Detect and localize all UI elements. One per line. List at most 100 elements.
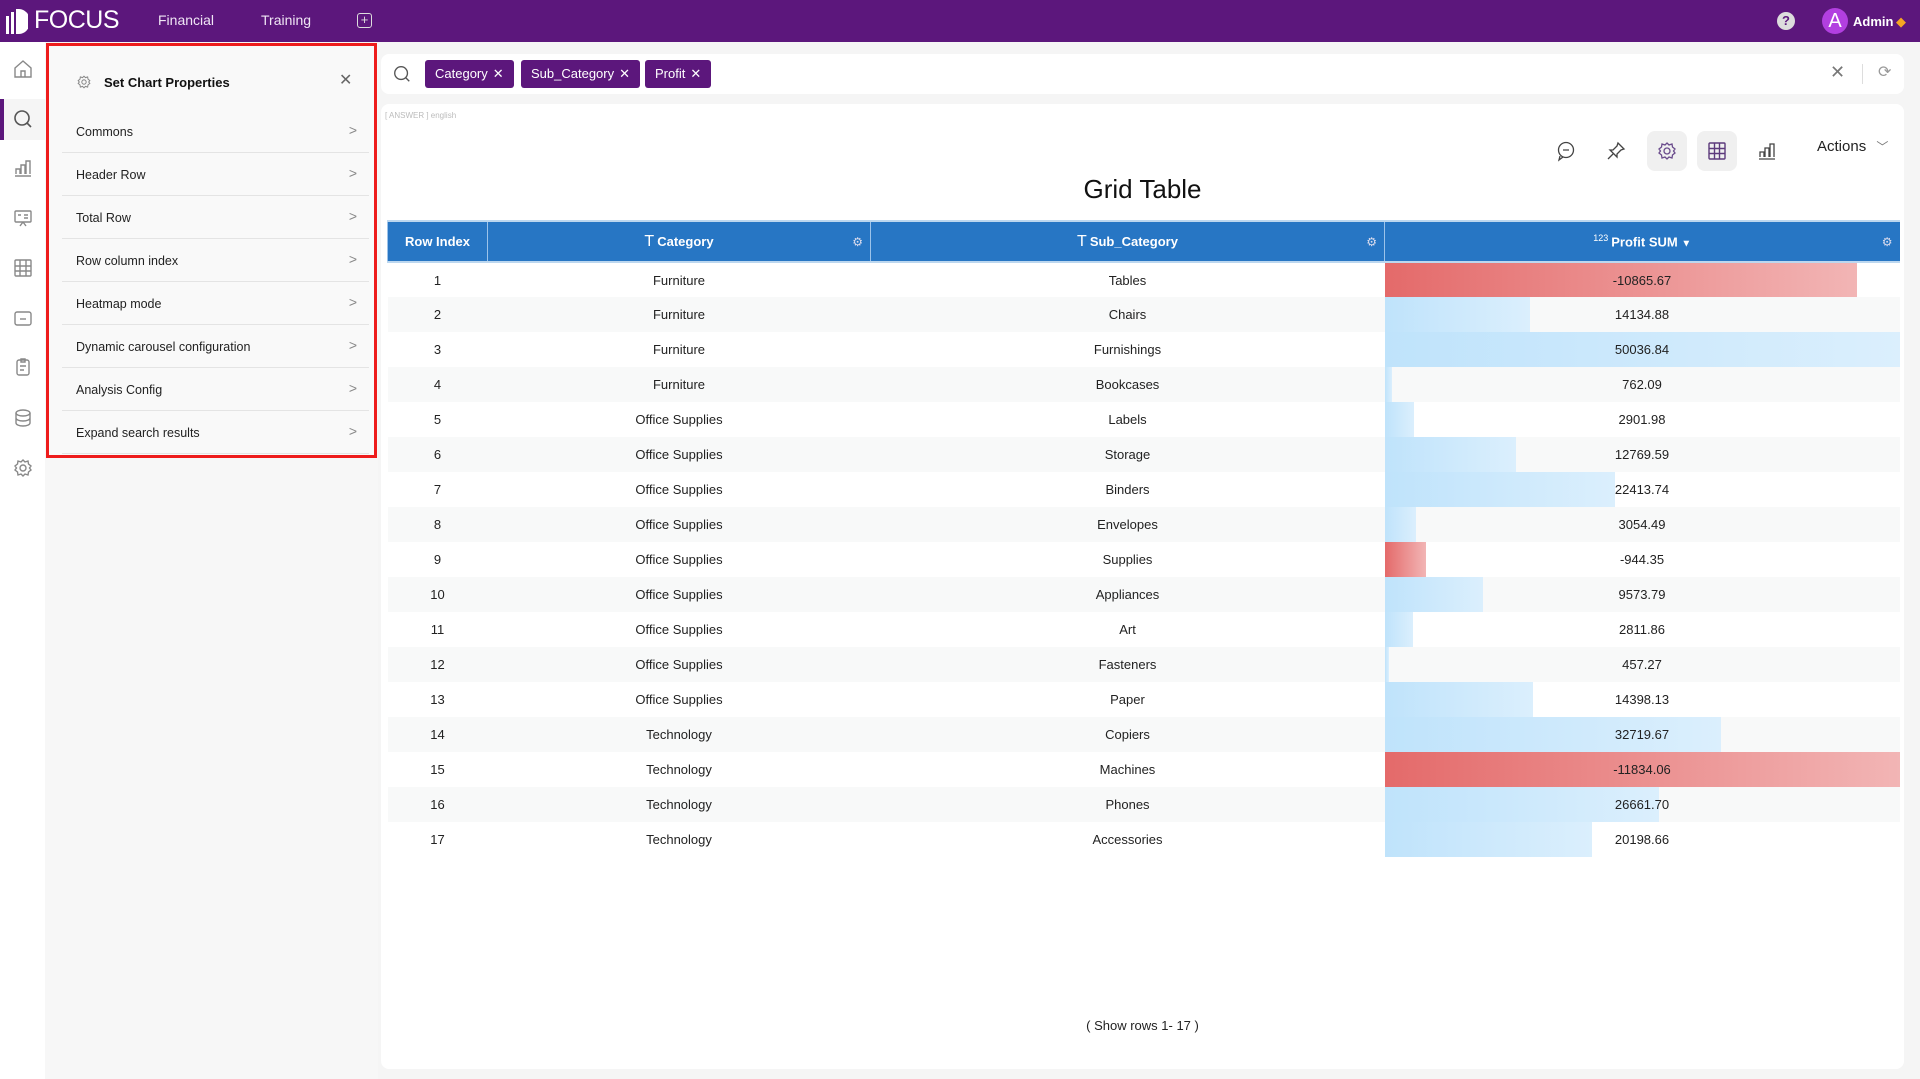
chip-sub-category[interactable]: Sub_Category ✕ [521,60,641,88]
table-view-button[interactable] [1697,131,1737,171]
cell-sub-category: Bookcases [870,367,1385,402]
panel-item[interactable]: Analysis Config > [62,368,369,411]
header-label: Profit SUM [1611,234,1678,250]
panel-item[interactable]: Dynamic carousel configuration > [62,325,369,368]
avatar[interactable]: A [1822,8,1848,34]
header-sub-category[interactable]: T Sub_Category ⚙ [870,220,1385,263]
settings-button[interactable] [1647,131,1687,171]
profit-value: 20198.66 [1614,832,1670,847]
profit-bar [1384,822,1593,857]
table-row[interactable]: 15 Technology Machines -11834.06 [388,752,1900,787]
column-settings-icon[interactable]: ⚙ [1882,235,1893,249]
table-row[interactable]: 5 Office Supplies Labels 2901.98 [388,402,1900,437]
search-icon [394,66,410,82]
panel-item[interactable]: Commons > [62,110,369,153]
profit-value: 22413.74 [1614,482,1670,497]
clipboard-icon[interactable] [12,356,34,378]
settings-icon[interactable] [12,457,34,479]
column-settings-icon[interactable]: ⚙ [1366,235,1377,249]
refresh-icon[interactable]: ⟳ [1878,62,1891,82]
cell-sub-category: Binders [1105,482,1150,497]
remove-chip-icon[interactable]: ✕ [690,66,701,81]
user-name[interactable]: Admin [1853,14,1893,29]
table-row[interactable]: 10 Office Supplies Appliances 9573.79 [387,577,1900,612]
cell-profit: 14134.88 [1384,297,1900,332]
panel-item[interactable]: Total Row > [62,196,369,239]
cell-profit: -944.35 [1384,542,1900,577]
panel-item[interactable]: Expand search results > [62,411,369,454]
table-row[interactable]: 12 Office Supplies Fasteners 457.27 [387,647,1900,682]
table-row[interactable]: 7 Office Supplies Binders 22413.74 [388,472,1900,507]
home-icon[interactable] [12,58,34,80]
cell-row-index: 6 [387,437,488,472]
chart-properties-panel: Set Chart Properties ✕ Commons > Header Ro… [46,43,377,458]
panel-item-label: Heatmap mode [76,297,162,311]
search-bar[interactable]: Category ✕ Sub_Category ✕ Profit ✕ ✕ ⟳ [381,54,1904,94]
nav-financial[interactable]: Financial [158,12,214,28]
header-label: Category [657,233,714,249]
profit-bar [1384,367,1393,402]
table-row[interactable]: 8 Office Supplies Envelopes 3054.49 [387,507,1900,542]
table-row[interactable]: 14 Technology Copiers 32719.67 [387,717,1900,752]
panel-item[interactable]: Row column index > [62,239,369,282]
top-bar: FOCUS Financial Training + ? A Admin ◆ [0,0,1920,42]
comment-button[interactable] [1546,131,1586,171]
logo-text: FOCUS [34,6,120,34]
chip-label: Profit [655,66,686,81]
divider [1862,64,1863,84]
table-row[interactable]: 16 Technology Phones 26661.70 [387,787,1900,822]
remove-chip-icon[interactable]: ✕ [493,66,504,81]
column-settings-icon[interactable]: ⚙ [852,235,863,249]
actions-dropdown[interactable]: Actions ﹀ [1817,138,1888,155]
chip-label: Sub_Category [531,66,615,81]
search-icon[interactable] [12,108,34,130]
table-row[interactable]: 11 Office Supplies Art 2811.86 [388,612,1900,647]
table-row[interactable]: 9 Office Supplies Supplies -944.35 [388,542,1900,577]
database-icon[interactable] [12,407,34,429]
panel-item[interactable]: Heatmap mode > [62,282,369,325]
profit-bar [1384,507,1416,542]
table-row[interactable]: 6 Office Supplies Storage 12769.59 [387,437,1900,472]
table-icon[interactable] [12,257,34,279]
pin-button[interactable] [1596,131,1636,171]
table-row[interactable]: 4 Furniture Bookcases 762.09 [387,367,1900,402]
chevron-down-icon: ﹀ [1876,140,1889,154]
nav-training[interactable]: Training [261,12,311,28]
table-row[interactable]: 2 Furniture Chairs 14134.88 [387,297,1900,332]
sort-desc-icon[interactable]: ▼ [1681,239,1691,250]
cell-profit: -10865.67 [1384,262,1900,297]
table-row[interactable]: 1 Furniture Tables -10865.67 [388,262,1900,297]
add-tab-icon[interactable]: + [357,13,372,28]
header-row-index[interactable]: Row Index [387,220,488,263]
cell-sub-category: Chairs [870,297,1385,332]
header-category[interactable]: T Category ⚙ [487,220,871,263]
table-row[interactable]: 17 Technology Accessories 20198.66 [388,822,1900,857]
clear-search-icon[interactable]: ✕ [1830,62,1845,83]
close-icon[interactable]: ✕ [339,70,352,90]
help-icon[interactable]: ? [1777,12,1795,30]
profit-bar [1384,472,1616,507]
table-row[interactable]: 13 Office Supplies Paper 14398.13 [388,682,1900,717]
table-row[interactable]: 3 Furniture Furnishings 50036.84 [388,332,1900,367]
folder-icon[interactable] [12,307,34,329]
chip-category[interactable]: Category ✕ [425,60,514,88]
panel-item[interactable]: Header Row > [62,153,369,196]
chart-view-button[interactable] [1747,131,1787,171]
logo[interactable]: FOCUS [6,6,120,35]
remove-chip-icon[interactable]: ✕ [619,66,630,81]
panel-item-label: Expand search results [76,426,200,440]
header-profit-sum[interactable]: 123 Profit SUM ▼ ⚙ [1384,220,1900,263]
panel-title: Set Chart Properties [104,75,230,90]
cell-row-index: 9 [433,552,442,567]
presentation-icon[interactable] [12,207,34,229]
cell-sub-category: Appliances [870,577,1385,612]
chip-profit[interactable]: Profit ✕ [645,60,712,88]
cell-category: Office Supplies [487,507,871,542]
cell-category: Office Supplies [635,622,723,637]
profit-value: 26661.70 [1614,797,1670,812]
chart-icon[interactable] [12,157,34,179]
profit-value: 9573.79 [1618,587,1666,602]
number-type-icon: 123 [1593,233,1609,244]
cell-profit: 20198.66 [1384,822,1900,857]
cell-row-index: 15 [430,762,445,777]
